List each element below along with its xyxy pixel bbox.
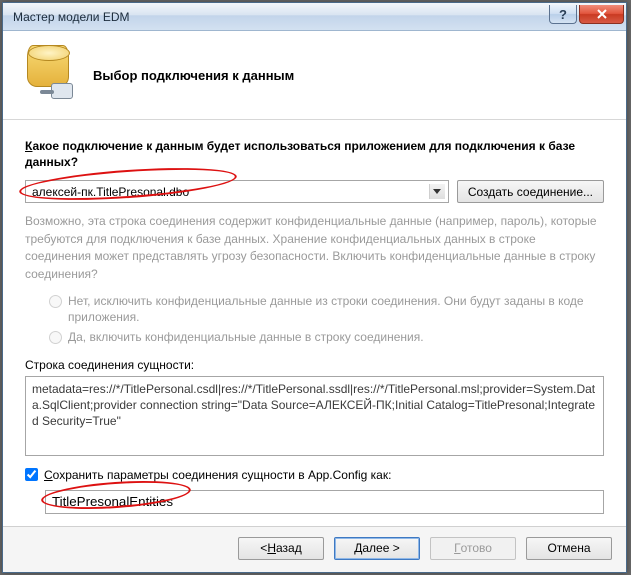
radio-include-input <box>49 331 62 344</box>
wizard-window: Мастер модели EDM ? Выбор подключения к … <box>2 2 627 573</box>
help-button[interactable]: ? <box>549 5 577 24</box>
finish-button: Готово <box>430 537 516 560</box>
radio-include-sensitive: Да, включить конфиденциальные данные в с… <box>49 329 604 345</box>
page-title: Выбор подключения к данным <box>93 68 294 83</box>
radio-exclude-input <box>49 295 62 308</box>
titlebar: Мастер модели EDM ? <box>3 3 626 31</box>
titlebar-buttons: ? <box>547 5 624 24</box>
radio-exclude-sensitive: Нет, исключить конфиденциальные данные и… <box>49 293 604 325</box>
wizard-footer: < Назад Далее > Готово Отмена <box>3 526 626 572</box>
entities-name-input[interactable] <box>45 490 604 514</box>
close-icon <box>597 9 607 19</box>
security-warning-text: Возможно, эта строка соединения содержит… <box>25 213 604 283</box>
question-label: Какое подключение к данным будет использ… <box>25 138 604 170</box>
connection-string-box[interactable]: metadata=res://*/TitlePersonal.csdl|res:… <box>25 376 604 456</box>
chevron-down-icon <box>429 184 445 199</box>
wizard-header: Выбор подключения к данным <box>25 45 604 105</box>
next-button[interactable]: Далее > <box>334 537 420 560</box>
content-area: Выбор подключения к данным Какое подключ… <box>3 31 626 526</box>
save-settings-checkbox[interactable] <box>25 468 38 481</box>
entities-name-row <box>25 488 604 514</box>
window-title: Мастер модели EDM <box>13 10 130 24</box>
save-settings-label: Сохранить параметры соединения сущности … <box>44 468 391 482</box>
connection-string-label: Строка соединения сущности: <box>25 358 604 372</box>
save-settings-checkbox-row[interactable]: Сохранить параметры соединения сущности … <box>25 468 604 482</box>
cancel-button[interactable]: Отмена <box>526 537 612 560</box>
close-button[interactable] <box>579 5 624 24</box>
connection-row: алексей-пк.TitlePresonal.dbo Создать сое… <box>25 180 604 203</box>
connection-combobox[interactable]: алексей-пк.TitlePresonal.dbo <box>25 180 449 203</box>
back-button[interactable]: < Назад <box>238 537 324 560</box>
create-connection-button[interactable]: Создать соединение... <box>457 180 604 203</box>
database-connection-icon <box>25 45 79 105</box>
connection-selected-text: алексей-пк.TitlePresonal.dbo <box>32 185 189 199</box>
separator <box>3 119 626 120</box>
